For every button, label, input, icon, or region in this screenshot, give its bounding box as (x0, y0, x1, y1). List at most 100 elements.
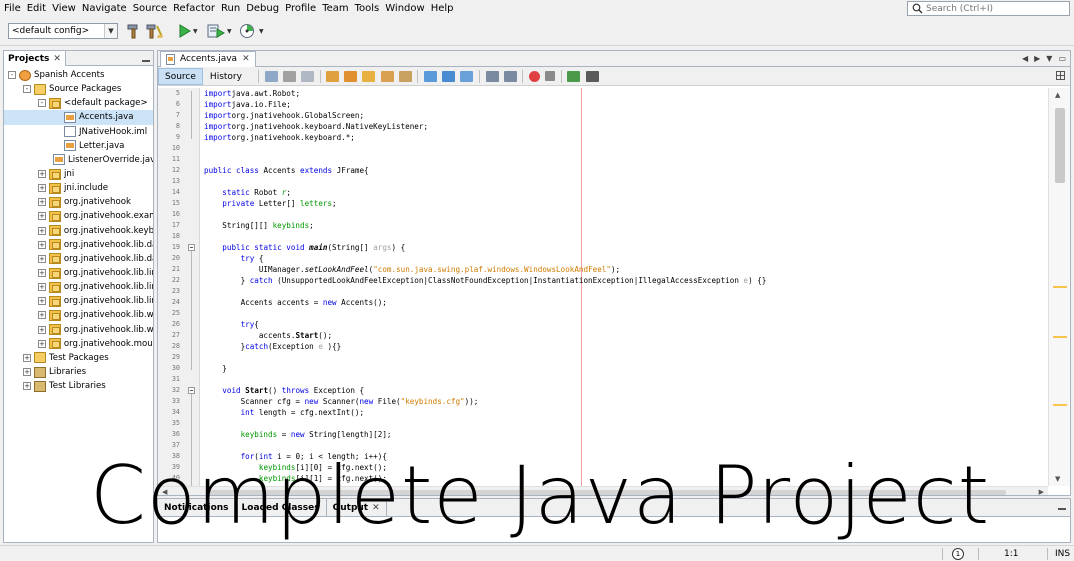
hammer-icon[interactable] (126, 22, 142, 40)
history-view-button[interactable]: History (203, 68, 249, 85)
tab-notifications[interactable]: Notifications (158, 499, 236, 517)
expand-icon[interactable]: + (38, 325, 46, 334)
chevron-up-icon[interactable]: ▲ (1055, 91, 1060, 99)
chevron-down-icon[interactable]: ▼ (1055, 475, 1060, 483)
search-box[interactable] (907, 1, 1070, 16)
record-macro-icon[interactable] (528, 70, 540, 82)
menu-tools[interactable]: Tools (352, 0, 383, 17)
tree-item[interactable]: + org.jnativehook.mouse (4, 337, 153, 351)
expand-icon[interactable]: + (38, 311, 46, 320)
code-editor[interactable]: 5 importjava.awt.Robot; 6 importjava.io.Fil… (158, 88, 1048, 486)
shift-left-icon[interactable] (485, 70, 499, 82)
error-stripe-mark[interactable] (1053, 286, 1067, 288)
chevron-down-icon[interactable]: ▼ (227, 28, 232, 35)
clean-build-icon[interactable] (146, 22, 164, 40)
debug-icon[interactable]: ▼ (207, 22, 232, 40)
chevron-down-icon[interactable]: ▼ (1046, 54, 1052, 63)
notification-icon[interactable]: 1 (952, 548, 964, 560)
tree-item[interactable]: ListenerOverride.java (4, 153, 153, 167)
tree-item[interactable]: + org.jnativehook.lib.linux (4, 294, 153, 308)
find-previous-icon[interactable] (326, 70, 340, 82)
tree-item[interactable]: + org.jnativehook.lib.linux (4, 280, 153, 294)
collapse-icon[interactable]: - (38, 99, 46, 108)
source-view-button[interactable]: Source (158, 67, 203, 85)
expand-icon[interactable]: + (38, 184, 46, 193)
collapse-icon[interactable]: - (23, 85, 31, 94)
fold-icon[interactable] (188, 387, 195, 394)
tree-item[interactable]: + Test Libraries (4, 379, 153, 393)
tree-item[interactable]: + org.jnativehook (4, 195, 153, 209)
split-editor-icon[interactable] (1056, 71, 1065, 80)
tree-item[interactable]: + org.jnativehook.lib.windows (4, 308, 153, 322)
expand-icon[interactable]: + (38, 297, 46, 306)
expand-icon[interactable]: + (23, 382, 31, 391)
menu-source[interactable]: Source (130, 0, 170, 17)
tree-item[interactable]: - Source Packages (4, 82, 153, 96)
menu-window[interactable]: Window (382, 0, 427, 17)
menu-help[interactable]: Help (428, 0, 457, 17)
expand-icon[interactable]: + (38, 254, 46, 263)
tab-loaded-classes[interactable]: Loaded Classes (236, 499, 327, 517)
toggle-bookmark-icon[interactable] (460, 70, 474, 82)
menu-file[interactable]: File (0, 0, 24, 17)
chevron-left-icon[interactable]: ◀ (162, 488, 167, 495)
expand-icon[interactable]: + (38, 212, 46, 221)
chevron-down-icon[interactable]: ▼ (259, 28, 264, 35)
minimize-icon[interactable] (142, 54, 150, 62)
fold-icon[interactable] (188, 244, 195, 251)
scroll-left-icon[interactable]: ◀ (1022, 54, 1028, 63)
tree-item[interactable]: + org.jnativehook.lib.linux (4, 266, 153, 280)
chevron-down-icon[interactable]: ▼ (193, 28, 198, 35)
profile-icon[interactable]: ▼ (239, 22, 264, 40)
find-next-icon[interactable] (344, 70, 358, 82)
close-icon[interactable]: ✕ (242, 52, 250, 67)
expand-icon[interactable]: + (38, 269, 46, 278)
search-icon[interactable] (908, 2, 926, 15)
tab-output[interactable]: Output ✕ (327, 499, 387, 517)
chevron-right-icon[interactable]: ▶ (1039, 488, 1044, 495)
expand-icon[interactable]: + (38, 283, 46, 292)
expand-icon[interactable]: + (38, 198, 46, 207)
expand-icon[interactable]: + (23, 353, 31, 362)
next-bookmark-icon[interactable] (442, 70, 456, 82)
expand-icon[interactable]: + (38, 170, 46, 179)
expand-icon[interactable]: + (38, 240, 46, 249)
tab-projects[interactable]: Projects ✕ (4, 51, 66, 66)
shift-right-icon[interactable] (503, 70, 517, 82)
last-edit-icon[interactable] (300, 70, 314, 82)
close-icon[interactable]: ✕ (53, 52, 61, 66)
run-icon[interactable]: ▼ (179, 22, 198, 40)
menu-profile[interactable]: Profile (282, 0, 319, 17)
toggle-highlight-icon[interactable] (380, 70, 394, 82)
minimize-icon[interactable] (1058, 504, 1066, 510)
expand-icon[interactable]: + (23, 368, 31, 377)
maximize-icon[interactable]: ▭ (1058, 54, 1066, 63)
error-stripe-mark[interactable] (1053, 336, 1067, 338)
menu-refactor[interactable]: Refactor (170, 0, 218, 17)
tree-item[interactable]: JNativeHook.iml (4, 125, 153, 139)
collapse-icon[interactable]: - (8, 71, 16, 80)
chevron-down-icon[interactable]: ▼ (104, 24, 117, 38)
menu-edit[interactable]: Edit (24, 0, 49, 17)
menu-view[interactable]: View (49, 0, 79, 17)
toggle-rect-select-icon[interactable] (398, 70, 412, 82)
back-icon[interactable] (264, 70, 278, 82)
tree-item[interactable]: - Spanish Accents (4, 68, 153, 82)
tree-item[interactable]: + org.jnativehook.lib.darwin (4, 238, 153, 252)
search-input[interactable] (926, 2, 1066, 15)
tree-item[interactable]: + Libraries (4, 365, 153, 379)
close-icon[interactable]: ✕ (372, 499, 380, 517)
forward-icon[interactable] (282, 70, 296, 82)
tree-item[interactable]: + jni.include (4, 181, 153, 195)
tree-item[interactable]: + Test Packages (4, 351, 153, 365)
tree-item[interactable]: - <default package> (4, 96, 153, 110)
stop-macro-icon[interactable] (545, 71, 556, 81)
expand-icon[interactable]: + (38, 339, 46, 348)
menu-navigate[interactable]: Navigate (79, 0, 130, 17)
expand-icon[interactable]: + (38, 226, 46, 235)
tree-item[interactable]: Letter.java (4, 139, 153, 153)
horizontal-scrollbar[interactable]: ◀ ▶ (158, 486, 1048, 495)
find-selection-icon[interactable] (362, 70, 376, 82)
vertical-scrollbar[interactable]: ▲ ▼ (1048, 88, 1070, 486)
scroll-right-icon[interactable]: ▶ (1034, 54, 1040, 63)
